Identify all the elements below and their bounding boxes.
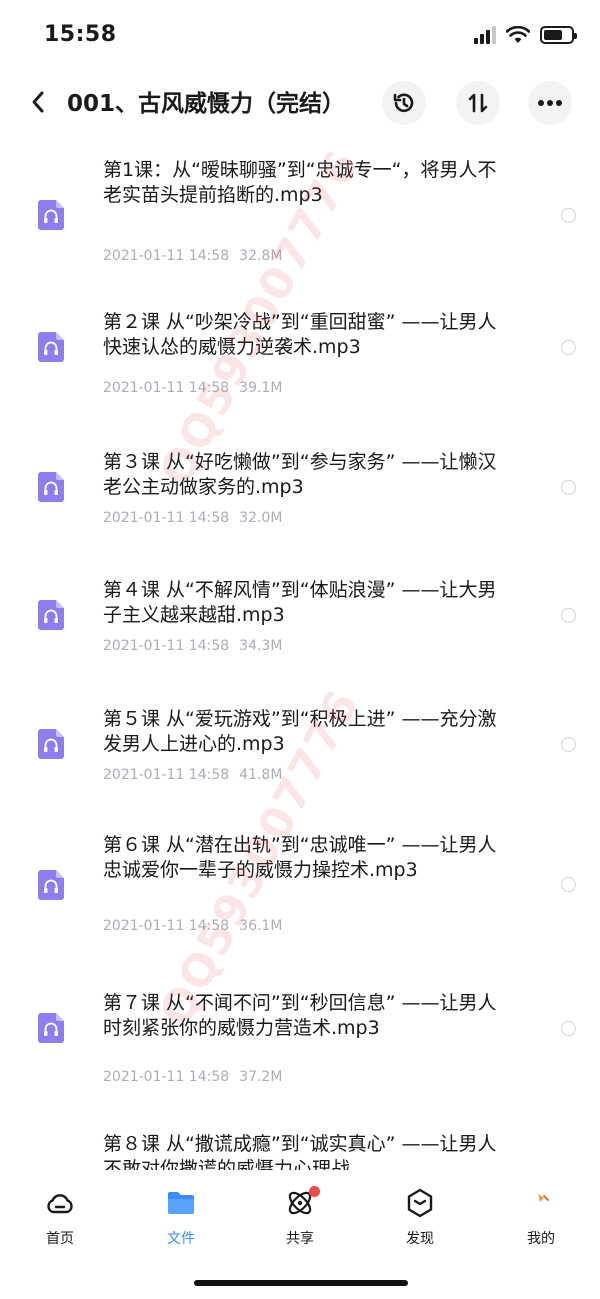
tab-discover[interactable]: 发现: [375, 1188, 465, 1250]
file-list: 第1课：从“暧昧聊骚”到“忠诚专一“，将男人不老实苗头提前掐断的.mp3 202…: [0, 140, 600, 1170]
file-meta: 2021-01-11 14:58 39.1M: [103, 380, 282, 396]
file-date: 2021-01-11 14:58: [103, 380, 230, 396]
file-size: 34.3M: [239, 638, 283, 654]
file-name: 第３课 从“好吃懒做”到“参与家务” ——让懒汉老公主动做家务的.mp3: [103, 451, 497, 498]
select-radio[interactable]: [561, 877, 576, 892]
file-name: 第５课 从“爱玩游戏”到“积极上进” ——充分激发男人上进心的.mp3: [103, 708, 497, 755]
home-indicator: [194, 1280, 408, 1286]
file-size: 37.2M: [239, 1069, 283, 1085]
file-name: 第1课：从“暧昧聊骚”到“忠诚专一“，将男人不老实苗头提前掐断的.mp3: [103, 159, 497, 206]
tab-label: 首页: [46, 1231, 74, 1247]
file-meta: 2021-01-11 14:58 32.0M: [103, 510, 282, 526]
nav-bar: 001、古风威慑力（完结）: [0, 68, 600, 138]
page-title: 001、古风威慑力（完结）: [67, 91, 346, 117]
file-name: 第４课 从“不解风情”到“体贴浪漫” ——让大男子主义越来越甜.mp3: [103, 579, 497, 626]
sort-button[interactable]: [456, 81, 500, 125]
wifi-icon: [506, 26, 530, 43]
tab-label: 文件: [167, 1231, 195, 1247]
file-name: 第８课 从“撒谎成瘾”到“诚实真心” ——让男人不敢对你撒谎的威慑力心理战: [103, 1133, 497, 1170]
file-size: 32.0M: [239, 510, 283, 526]
discover-icon: [407, 1188, 433, 1218]
status-bar: 15:58: [0, 0, 600, 68]
status-time: 15:58: [44, 22, 117, 47]
chevron-left-icon: [32, 91, 44, 113]
more-button[interactable]: [528, 81, 572, 125]
select-radio[interactable]: [561, 340, 576, 355]
tab-label: 我的: [527, 1231, 555, 1247]
file-meta: 2021-01-11 14:58 37.2M: [103, 1069, 282, 1085]
back-button[interactable]: [22, 86, 54, 118]
select-radio[interactable]: [561, 737, 576, 752]
signal-icon: [474, 26, 496, 44]
audio-file-icon: [38, 332, 64, 362]
file-date: 2021-01-11 14:58: [103, 638, 230, 654]
tab-mine[interactable]: 我的: [496, 1188, 586, 1250]
tab-label: 共享: [286, 1231, 314, 1247]
tab-files[interactable]: 文件: [136, 1188, 226, 1250]
select-radio[interactable]: [561, 208, 576, 223]
file-name: 第６课 从“潜在出轨”到“忠诚唯一” ——让男人忠诚爱你一辈子的威慑力操控术.m…: [103, 834, 497, 881]
file-meta: 2021-01-11 14:58 32.8M: [103, 248, 282, 264]
battery-icon: [540, 26, 577, 44]
cloud-icon: [47, 1194, 73, 1214]
tab-label: 发现: [406, 1231, 434, 1247]
status-icons: [474, 26, 577, 44]
audio-file-icon: [38, 472, 64, 502]
file-size: 39.1M: [239, 380, 283, 396]
file-meta: 2021-01-11 14:58 41.8M: [103, 767, 282, 783]
tab-home[interactable]: 首页: [15, 1188, 105, 1250]
audio-file-icon: [38, 200, 64, 230]
file-date: 2021-01-11 14:58: [103, 918, 230, 934]
file-date: 2021-01-11 14:58: [103, 248, 230, 264]
audio-file-icon: [38, 600, 64, 630]
select-radio[interactable]: [561, 608, 576, 623]
audio-file-icon: [38, 870, 64, 900]
select-radio[interactable]: [561, 1021, 576, 1036]
file-size: 41.8M: [239, 767, 283, 783]
audio-file-icon: [38, 729, 64, 759]
avatar-icon: [538, 1194, 549, 1202]
file-meta: 2021-01-11 14:58 36.1M: [103, 918, 282, 934]
file-name: 第２课 从“吵架冷战”到“重回甜蜜” ——让男人快速认怂的威慑力逆袭术.mp3: [103, 311, 497, 358]
history-icon: [393, 93, 414, 113]
select-radio[interactable]: [561, 480, 576, 495]
file-size: 32.8M: [239, 248, 283, 264]
file-name: 第７课 从“不闻不问”到“秒回信息” ——让男人时刻紧张你的威慑力营造术.mp3: [103, 992, 497, 1039]
file-meta: 2021-01-11 14:58 34.3M: [103, 638, 282, 654]
file-date: 2021-01-11 14:58: [103, 1069, 230, 1085]
notification-badge: [309, 1186, 320, 1197]
more-icon: [538, 100, 562, 106]
folder-icon: [168, 1192, 194, 1214]
file-size: 36.1M: [239, 918, 283, 934]
history-button[interactable]: [382, 81, 426, 125]
file-date: 2021-01-11 14:58: [103, 510, 230, 526]
sort-icon: [468, 93, 488, 113]
file-date: 2021-01-11 14:58: [103, 767, 230, 783]
tab-share[interactable]: 共享: [255, 1186, 345, 1250]
audio-file-icon: [38, 1013, 64, 1043]
